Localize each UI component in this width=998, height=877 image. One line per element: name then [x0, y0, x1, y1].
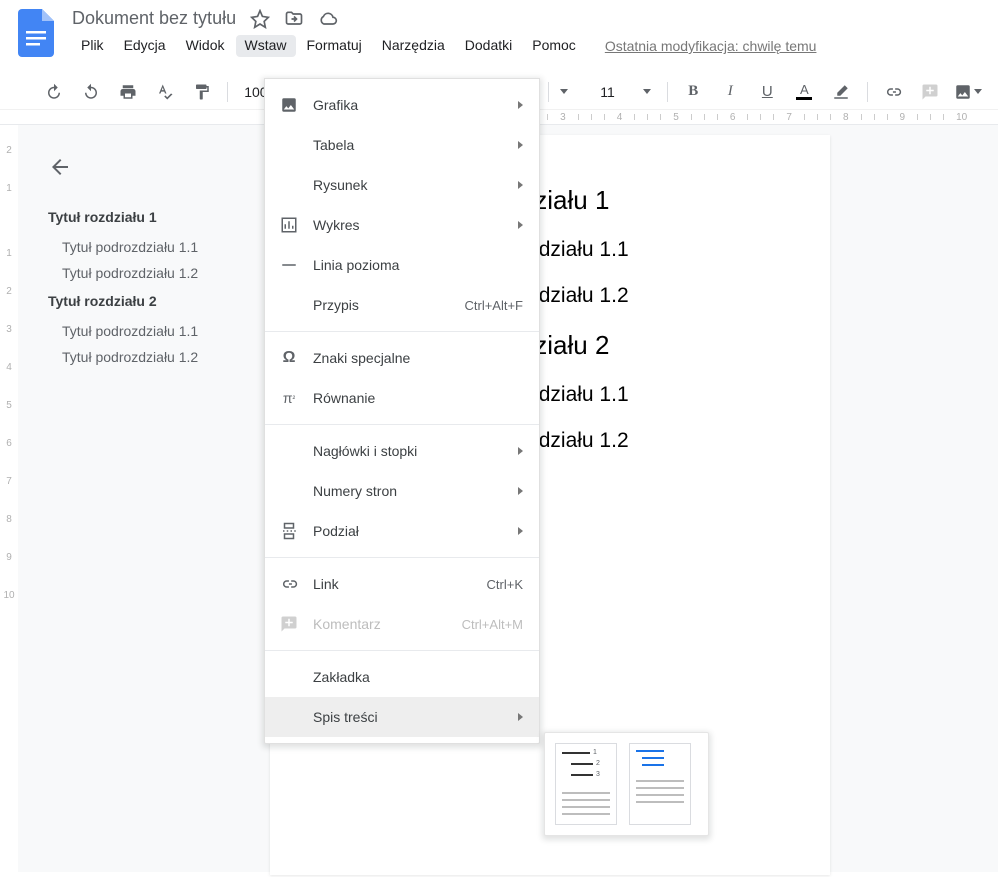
toc-submenu: 1 2 3 — [544, 732, 709, 836]
vertical-ruler[interactable]: 2 1 1 2 3 4 5 6 7 8 9 10 — [0, 125, 18, 872]
outline-back-button[interactable] — [48, 155, 242, 179]
insert-link-icon[interactable] — [880, 78, 907, 106]
toc-option-links[interactable] — [629, 743, 691, 825]
submenu-arrow-icon — [518, 487, 523, 495]
chevron-down-icon — [643, 89, 651, 94]
submenu-arrow-icon — [518, 181, 523, 189]
chevron-down-icon — [974, 89, 982, 94]
comment-icon — [279, 614, 299, 634]
submenu-arrow-icon — [518, 221, 523, 229]
shortcut-text: Ctrl+K — [487, 577, 523, 592]
star-icon[interactable] — [250, 9, 270, 29]
menu-item-grafika[interactable]: Grafika — [265, 85, 539, 125]
move-icon[interactable] — [284, 9, 304, 29]
redo-icon[interactable] — [77, 78, 104, 106]
add-comment-icon[interactable] — [917, 78, 944, 106]
menu-edycja[interactable]: Edycja — [115, 35, 175, 57]
text-color-icon[interactable]: A — [791, 78, 818, 106]
menu-item-tabela[interactable]: Tabela — [265, 125, 539, 165]
menu-item-zakladka[interactable]: Zakładka — [265, 657, 539, 697]
menu-item-link[interactable]: Link Ctrl+K — [265, 564, 539, 604]
outline-item[interactable]: Tytuł rozdziału 1 — [48, 209, 242, 225]
chart-icon — [279, 215, 299, 235]
menu-narzedzia[interactable]: Narzędzia — [373, 35, 454, 57]
menu-pomoc[interactable]: Pomoc — [523, 35, 585, 57]
menu-plik[interactable]: Plik — [72, 35, 113, 57]
print-icon[interactable] — [114, 78, 141, 106]
document-title[interactable]: Dokument bez tytułu — [72, 8, 236, 29]
insert-image-icon[interactable] — [954, 78, 982, 106]
menu-item-przypis[interactable]: Przypis Ctrl+Alt+F — [265, 285, 539, 325]
shortcut-text: Ctrl+Alt+M — [462, 617, 523, 632]
paint-format-icon[interactable] — [188, 78, 215, 106]
spellcheck-icon[interactable] — [151, 78, 178, 106]
underline-icon[interactable]: U — [754, 78, 781, 106]
outline-item[interactable]: Tytuł podrozdziału 1.2 — [62, 265, 242, 281]
menu-item-linia-pozioma[interactable]: Linia pozioma — [265, 245, 539, 285]
menu-item-podzial[interactable]: Podział — [265, 511, 539, 551]
submenu-arrow-icon — [518, 447, 523, 455]
menu-item-komentarz: Komentarz Ctrl+Alt+M — [265, 604, 539, 644]
bold-icon[interactable]: B — [680, 78, 707, 106]
menu-item-wykres[interactable]: Wykres — [265, 205, 539, 245]
chevron-down-icon[interactable] — [560, 89, 568, 94]
menu-widok[interactable]: Widok — [177, 35, 234, 57]
menu-item-numery-stron[interactable]: Numery stron — [265, 471, 539, 511]
submenu-arrow-icon — [518, 141, 523, 149]
menu-wstaw[interactable]: Wstaw — [236, 35, 296, 57]
cloud-status-icon[interactable] — [318, 9, 338, 29]
outline-item[interactable]: Tytuł podrozdziału 1.1 — [62, 323, 242, 339]
docs-app-icon[interactable] — [16, 8, 56, 58]
insert-menu-dropdown: Grafika Tabela Rysunek Wykres Linia pozi… — [264, 78, 540, 744]
submenu-arrow-icon — [518, 101, 523, 109]
toc-option-numbered[interactable]: 1 2 3 — [555, 743, 617, 825]
page-break-icon — [279, 521, 299, 541]
outline-item[interactable]: Tytuł podrozdziału 1.1 — [62, 239, 242, 255]
link-icon — [279, 574, 299, 594]
menu-item-naglowki-stopki[interactable]: Nagłówki i stopki — [265, 431, 539, 471]
shortcut-text: Ctrl+Alt+F — [464, 298, 523, 313]
menu-item-spis-tresci[interactable]: Spis treści — [265, 697, 539, 737]
outline-item[interactable]: Tytuł rozdziału 2 — [48, 293, 242, 309]
menu-formatuj[interactable]: Formatuj — [298, 35, 371, 57]
submenu-arrow-icon — [518, 713, 523, 721]
horizontal-line-icon — [279, 255, 299, 275]
menubar: Plik Edycja Widok Wstaw Formatuj Narzędz… — [72, 35, 998, 57]
font-size-select[interactable]: 11 — [596, 84, 655, 100]
outline-item[interactable]: Tytuł podrozdziału 1.2 — [62, 349, 242, 365]
italic-icon[interactable]: I — [717, 78, 744, 106]
menu-dodatki[interactable]: Dodatki — [456, 35, 521, 57]
undo-icon[interactable] — [40, 78, 67, 106]
submenu-arrow-icon — [518, 527, 523, 535]
menu-item-rownanie[interactable]: π² Równanie — [265, 378, 539, 418]
highlight-color-icon[interactable] — [828, 78, 855, 106]
menu-item-znaki-specjalne[interactable]: Ω Znaki specjalne — [265, 338, 539, 378]
header: Dokument bez tytułu Plik Edycja Widok Ws… — [0, 0, 998, 58]
equation-icon: π² — [279, 388, 299, 408]
omega-icon: Ω — [279, 348, 299, 368]
last-edit-link[interactable]: Ostatnia modyfikacja: chwilę temu — [605, 38, 817, 54]
menu-item-rysunek[interactable]: Rysunek — [265, 165, 539, 205]
outline-sidebar: Tytuł rozdziału 1 Tytuł podrozdziału 1.1… — [18, 125, 262, 872]
image-icon — [279, 95, 299, 115]
